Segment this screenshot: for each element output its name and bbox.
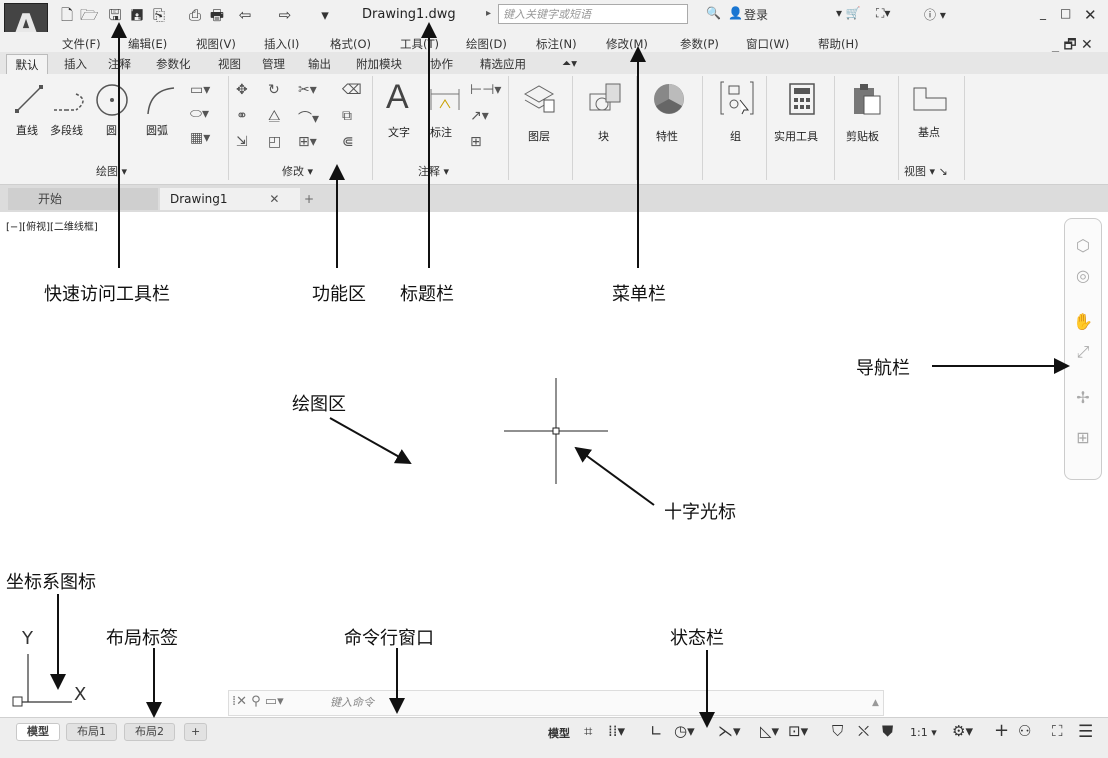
callout-arrows bbox=[50, 22, 1070, 728]
arrow-crosshair bbox=[574, 446, 655, 506]
arrow-drawing-area bbox=[329, 417, 412, 464]
